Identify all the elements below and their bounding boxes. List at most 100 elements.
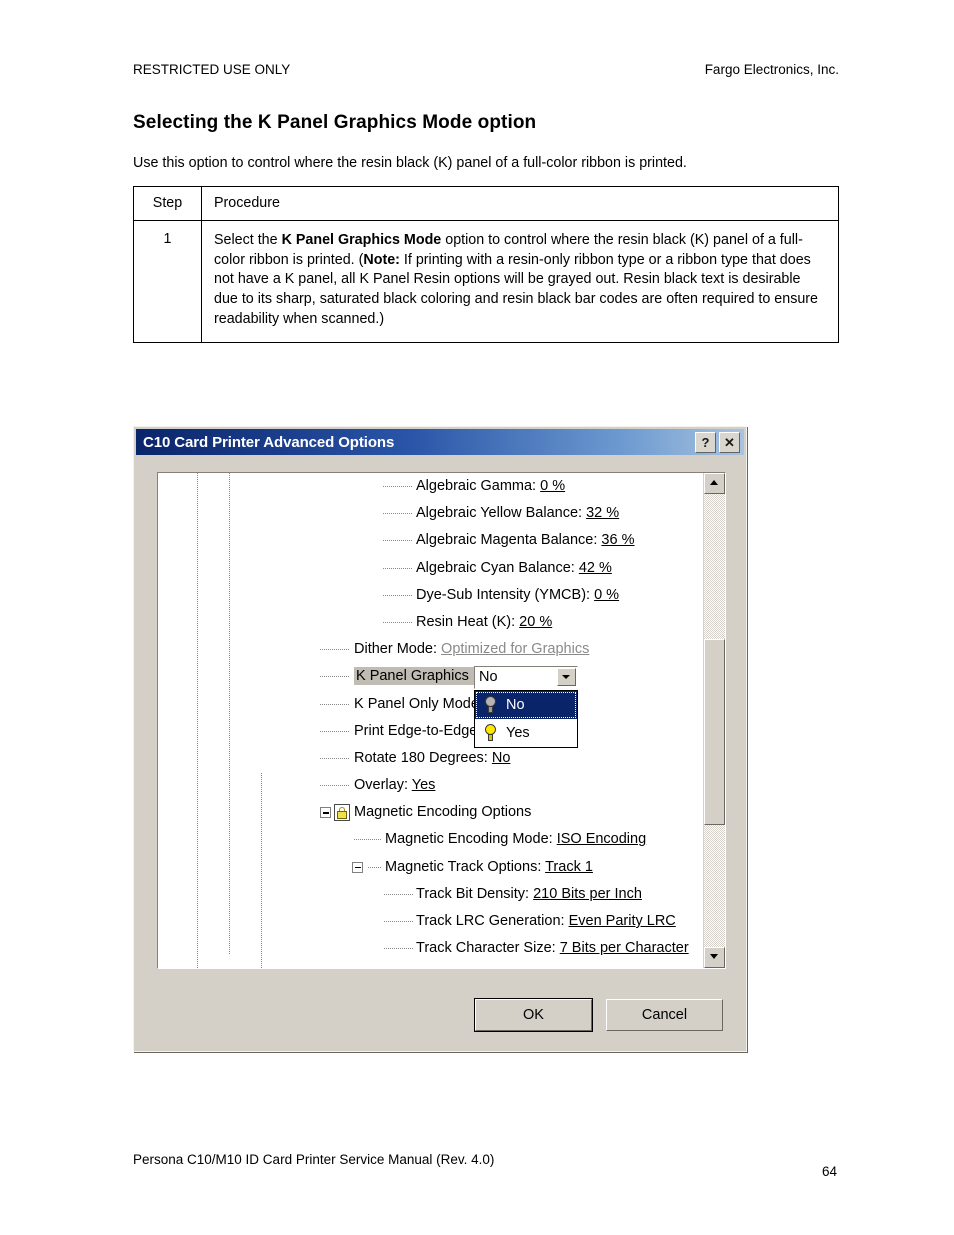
tree-item-value: Track 1 xyxy=(545,858,593,875)
dropdown-option-label: No xyxy=(506,697,525,714)
tree-scroll-area: Algebraic Gamma: 0 % Algebraic Yellow Bal… xyxy=(158,473,703,968)
dropdown-option[interactable]: No xyxy=(475,691,577,720)
lightbulb-on-icon xyxy=(484,724,497,742)
scroll-up-icon[interactable] xyxy=(704,473,725,494)
tree-item[interactable]: Overlay: Yes xyxy=(158,772,703,799)
dropdown-option[interactable]: Yes xyxy=(475,719,577,747)
tree-connector xyxy=(320,676,350,678)
tree-item[interactable]: Magnetic Track Options: Track 1 xyxy=(158,854,703,881)
footer-text: Persona C10/M10 ID Card Printer Service … xyxy=(133,1152,495,1167)
cell-step-number: 1 xyxy=(133,220,202,343)
tree-item-label: Dither Mode: Optimized for Graphics xyxy=(354,641,590,658)
tree-item[interactable]: Dither Mode: Optimized for Graphics xyxy=(158,636,703,663)
tree-connector xyxy=(320,703,350,705)
tree-item[interactable]: Track Bit Density: 210 Bits per Inch xyxy=(158,881,703,908)
tree-item-label: Rotate 180 Degrees: No xyxy=(354,749,511,766)
tree-item[interactable]: Dye-Sub Intensity (YMCB): 0 % xyxy=(158,582,703,609)
tree-item-value: Even Parity LRC xyxy=(568,913,676,929)
cancel-button[interactable]: Cancel xyxy=(606,999,723,1031)
tree-connector xyxy=(354,839,382,841)
tree-item-value: ISO Encoding xyxy=(556,831,647,848)
tree-connector xyxy=(383,567,413,569)
page-title: Selecting the K Panel Graphics Mode opti… xyxy=(133,112,537,133)
tree-connector xyxy=(383,540,413,542)
tree-collapse-icon[interactable] xyxy=(320,807,331,819)
tree-item[interactable]: Magnetic Encoding Mode: ISO Encoding xyxy=(158,826,703,853)
tree-connector xyxy=(320,757,350,759)
tree-connector xyxy=(383,486,413,487)
tree-connector xyxy=(383,513,413,515)
tree-connector xyxy=(320,785,350,787)
tree-item[interactable]: Print Edge-to-Edge: No xyxy=(158,718,703,745)
table-header-row: Step Procedure xyxy=(133,186,839,221)
tree-item-label: Resin Heat (K): 20 % xyxy=(416,613,553,630)
tree-connector xyxy=(384,921,413,922)
k-panel-graphics-mode-select[interactable]: No xyxy=(474,666,578,690)
tree-connector xyxy=(320,649,350,651)
chevron-down-icon[interactable] xyxy=(557,668,576,687)
tree-item[interactable]: Magnetic Encoding Options xyxy=(158,799,703,826)
advanced-options-dialog: C10 Card Printer Advanced Options ? ✕ Al… xyxy=(133,426,747,1052)
select-value: No xyxy=(479,669,498,686)
close-icon[interactable]: ✕ xyxy=(719,432,740,453)
tree-item-value: Yes xyxy=(411,777,436,794)
header-right-text: Fargo Electronics, Inc. xyxy=(704,62,839,77)
k-panel-graphics-mode-dropdown[interactable]: No Yes xyxy=(474,690,578,749)
tree-item-value: 210 Bits per Inch xyxy=(533,885,642,902)
tree-item-label: Algebraic Gamma: 0 % xyxy=(416,478,566,494)
tree-item[interactable]: Resin Heat (K): 20 % xyxy=(158,609,703,636)
page-number: 64 xyxy=(822,1164,838,1179)
ok-button[interactable]: OK xyxy=(474,998,593,1032)
tree-item[interactable]: K Panel Graphics Mode: No No Yes xyxy=(158,663,703,749)
tree-item-label: Overlay: Yes xyxy=(354,777,436,794)
options-tree-panel: Algebraic Gamma: 0 % Algebraic Yellow Bal… xyxy=(157,472,726,969)
intro-paragraph: Use this option to control where the res… xyxy=(133,155,687,171)
tree-connector xyxy=(384,893,413,895)
lightbulb-off-icon xyxy=(484,696,497,714)
tree-item-value: 0 % xyxy=(540,478,566,494)
tree-item-label: Magnetic Track Options: Track 1 xyxy=(385,858,593,875)
tree-connector xyxy=(384,948,413,950)
vertical-scrollbar[interactable] xyxy=(703,473,725,968)
tree-item-label: Dye-Sub Intensity (YMCB): 0 % xyxy=(416,586,620,603)
tree-collapse-icon[interactable] xyxy=(352,861,363,873)
lock-icon xyxy=(334,804,350,822)
options-tree-list: Algebraic Gamma: 0 % Algebraic Yellow Bal… xyxy=(158,473,703,962)
tree-item-value: 42 % xyxy=(578,559,612,576)
column-header-step: Step xyxy=(133,186,202,221)
tree-item[interactable]: Track Character Size: 7 Bits per Charact… xyxy=(158,935,703,962)
tree-item-value: 0 % xyxy=(594,586,620,603)
tree-item-label: Magnetic Encoding Options xyxy=(354,804,532,821)
column-header-procedure: Procedure xyxy=(201,186,839,221)
scroll-down-icon[interactable] xyxy=(704,947,725,968)
page-header: RESTRICTED USE ONLY Fargo Electronics, I… xyxy=(133,62,839,82)
tree-item[interactable]: Algebraic Gamma: 0 % xyxy=(158,473,703,500)
scrollbar-thumb[interactable] xyxy=(704,639,725,825)
tree-item-value: Optimized for Graphics xyxy=(441,641,590,658)
tree-item-value: No xyxy=(491,749,511,766)
tree-item-value: 7 Bits per Character xyxy=(559,940,689,957)
tree-connector xyxy=(383,594,413,596)
tree-item[interactable]: Algebraic Cyan Balance: 42 % xyxy=(158,555,703,582)
tree-connector xyxy=(320,730,350,732)
dialog-body: C10 Card Printer Advanced Options ? ✕ Al… xyxy=(136,429,744,1049)
tree-item-label: Algebraic Yellow Balance: 32 % xyxy=(416,505,620,522)
tree-item-label: Track Character Size: 7 Bits per Charact… xyxy=(416,940,689,957)
tree-item-label: Magnetic Encoding Mode: ISO Encoding xyxy=(385,831,647,848)
tree-connector xyxy=(368,866,382,868)
tree-item[interactable]: Algebraic Yellow Balance: 32 % xyxy=(158,500,703,527)
tree-item-label: Algebraic Magenta Balance: 36 % xyxy=(416,532,635,549)
tree-item-value: 32 % xyxy=(586,505,620,522)
tree-item[interactable]: K Panel Only Mode: OFF xyxy=(158,691,703,718)
dropdown-option-label: Yes xyxy=(506,725,530,742)
procedure-table: Step Procedure 1 Select the K Panel Grap… xyxy=(133,186,839,343)
dialog-button-row: OK Cancel xyxy=(474,998,723,1032)
tree-item[interactable]: Algebraic Magenta Balance: 36 % xyxy=(158,527,703,554)
tree-item[interactable]: Track LRC Generation: Even Parity LRC xyxy=(158,908,703,935)
tree-item-label: Algebraic Cyan Balance: 42 % xyxy=(416,559,612,576)
tree-item[interactable]: Rotate 180 Degrees: No xyxy=(158,745,703,772)
help-icon[interactable]: ? xyxy=(695,432,716,453)
tree-item-value: 36 % xyxy=(601,532,635,549)
dialog-titlebar[interactable]: C10 Card Printer Advanced Options ? ✕ xyxy=(136,429,744,455)
cell-procedure-text: Select the K Panel Graphics Mode option … xyxy=(201,220,839,343)
